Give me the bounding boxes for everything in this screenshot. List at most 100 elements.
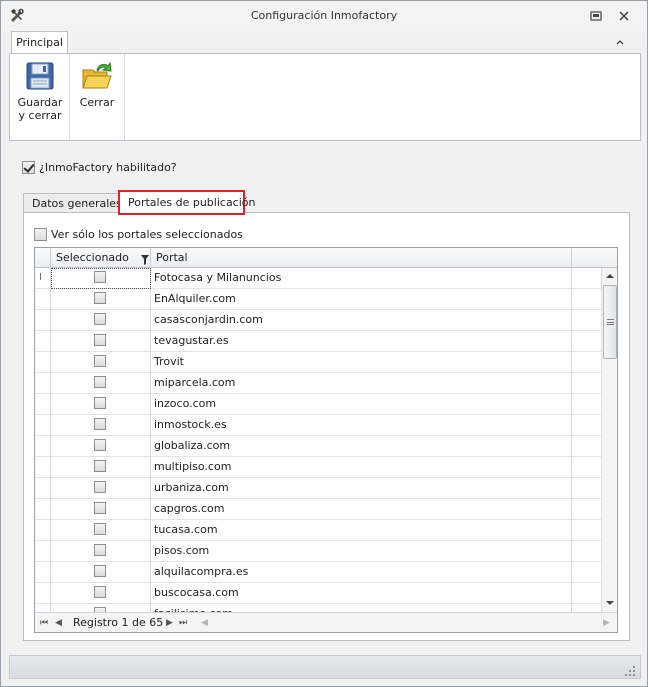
last-record-icon[interactable]: ⏭ (179, 618, 187, 628)
table-row[interactable]: EnAlquiler.com (35, 289, 601, 310)
portal-checkbox[interactable] (94, 355, 106, 367)
enabled-checkbox-row[interactable]: ¿InmoFactory habilitado? (22, 160, 177, 174)
portal-checkbox[interactable] (94, 334, 106, 346)
portal-checkbox[interactable] (94, 481, 106, 493)
table-row[interactable]: urbaniza.com (35, 478, 601, 499)
table-row[interactable]: inzoco.com (35, 394, 601, 415)
portal-checkbox[interactable] (94, 271, 106, 283)
selected-cell[interactable] (51, 520, 151, 541)
portal-checkbox[interactable] (94, 313, 106, 325)
row-indicator[interactable] (35, 436, 51, 457)
scroll-up-icon[interactable] (605, 271, 615, 281)
row-indicator[interactable] (35, 352, 51, 373)
portal-cell[interactable]: Trovit (151, 352, 572, 373)
enabled-checkbox[interactable] (22, 160, 35, 174)
selected-cell[interactable] (51, 604, 151, 612)
filter-selected-checkbox[interactable] (34, 227, 47, 241)
tab-principal[interactable]: Principal (11, 31, 68, 54)
portal-cell[interactable]: inmostock.es (151, 415, 572, 436)
table-row[interactable]: inmostock.es (35, 415, 601, 436)
table-row[interactable]: globaliza.com (35, 436, 601, 457)
row-indicator[interactable] (35, 331, 51, 352)
first-record-icon[interactable]: ⏮ (40, 618, 48, 628)
row-indicator[interactable] (35, 478, 51, 499)
portal-checkbox[interactable] (94, 502, 106, 514)
selected-cell[interactable] (51, 415, 151, 436)
tab-datos-generales[interactable]: Datos generales (23, 193, 122, 214)
row-indicator[interactable] (35, 520, 51, 541)
table-row[interactable]: miparcela.com (35, 373, 601, 394)
column-header-portal[interactable]: Portal (151, 248, 572, 268)
row-indicator[interactable] (35, 394, 51, 415)
table-row[interactable]: facilisimo.com (35, 604, 601, 612)
scroll-right-icon[interactable]: ▶ (603, 618, 610, 628)
next-record-icon[interactable]: ▶ (166, 618, 173, 628)
row-indicator[interactable] (35, 373, 51, 394)
table-row[interactable]: multipiso.com (35, 457, 601, 478)
column-header-selected[interactable]: Seleccionado (51, 248, 151, 268)
close-button[interactable]: Cerrar (70, 54, 124, 140)
selected-cell[interactable] (51, 457, 151, 478)
selected-cell[interactable] (51, 478, 151, 499)
portal-checkbox[interactable] (94, 418, 106, 430)
portal-cell[interactable]: inzoco.com (151, 394, 572, 415)
row-indicator[interactable] (35, 499, 51, 520)
table-row[interactable]: capgros.com (35, 499, 601, 520)
row-indicator[interactable] (35, 457, 51, 478)
selected-cell[interactable] (51, 373, 151, 394)
table-row[interactable]: pisos.com (35, 541, 601, 562)
table-row[interactable]: alquilacompra.es (35, 562, 601, 583)
portal-checkbox[interactable] (94, 292, 106, 304)
portal-cell[interactable]: tevagustar.es (151, 331, 572, 352)
selected-cell[interactable] (51, 331, 151, 352)
chevron-up-icon[interactable] (614, 36, 626, 48)
resize-grip-icon[interactable] (624, 665, 636, 677)
portal-cell[interactable]: alquilacompra.es (151, 562, 572, 583)
selected-cell[interactable] (51, 499, 151, 520)
table-row[interactable]: I Fotocasa y Milanuncios (35, 268, 601, 289)
selected-cell[interactable] (51, 268, 151, 289)
portal-cell[interactable]: buscocasa.com (151, 583, 572, 604)
table-row[interactable]: tucasa.com (35, 520, 601, 541)
previous-record-icon[interactable]: ◀ (55, 618, 62, 628)
row-indicator[interactable] (35, 415, 51, 436)
selected-cell[interactable] (51, 562, 151, 583)
selected-cell[interactable] (51, 310, 151, 331)
portal-checkbox[interactable] (94, 544, 106, 556)
close-icon[interactable] (616, 8, 632, 24)
portal-cell[interactable]: pisos.com (151, 541, 572, 562)
portal-checkbox[interactable] (94, 376, 106, 388)
selected-cell[interactable] (51, 289, 151, 310)
portal-cell[interactable]: EnAlquiler.com (151, 289, 572, 310)
portal-checkbox[interactable] (94, 565, 106, 577)
portal-checkbox[interactable] (94, 586, 106, 598)
portal-cell[interactable]: tucasa.com (151, 520, 572, 541)
selected-cell[interactable] (51, 394, 151, 415)
portal-cell[interactable]: globaliza.com (151, 436, 572, 457)
tab-portales-publicacion[interactable]: Portales de publicación (118, 190, 256, 215)
scroll-left-icon[interactable]: ◀ (201, 618, 208, 628)
row-indicator[interactable] (35, 604, 51, 612)
portal-cell[interactable]: multipiso.com (151, 457, 572, 478)
portal-cell[interactable]: capgros.com (151, 499, 572, 520)
row-indicator[interactable] (35, 289, 51, 310)
portal-cell[interactable]: facilisimo.com (151, 604, 572, 612)
portal-checkbox[interactable] (94, 460, 106, 472)
selected-cell[interactable] (51, 541, 151, 562)
vertical-scrollbar[interactable] (601, 268, 617, 612)
funnel-icon[interactable] (141, 252, 149, 265)
row-indicator[interactable] (35, 541, 51, 562)
selected-cell[interactable] (51, 436, 151, 457)
table-row[interactable]: tevagustar.es (35, 331, 601, 352)
scroll-down-icon[interactable] (605, 598, 615, 608)
selected-cell[interactable] (51, 352, 151, 373)
scrollbar-thumb[interactable] (603, 285, 617, 359)
row-indicator[interactable] (35, 310, 51, 331)
portal-checkbox[interactable] (94, 439, 106, 451)
row-indicator[interactable] (35, 562, 51, 583)
portal-cell[interactable]: Fotocasa y Milanuncios (151, 268, 572, 289)
selected-cell[interactable] (51, 583, 151, 604)
filter-selected-row[interactable]: Ver sólo los portales seleccionados (34, 227, 243, 241)
portal-checkbox[interactable] (94, 397, 106, 409)
row-indicator[interactable]: I (35, 268, 51, 289)
